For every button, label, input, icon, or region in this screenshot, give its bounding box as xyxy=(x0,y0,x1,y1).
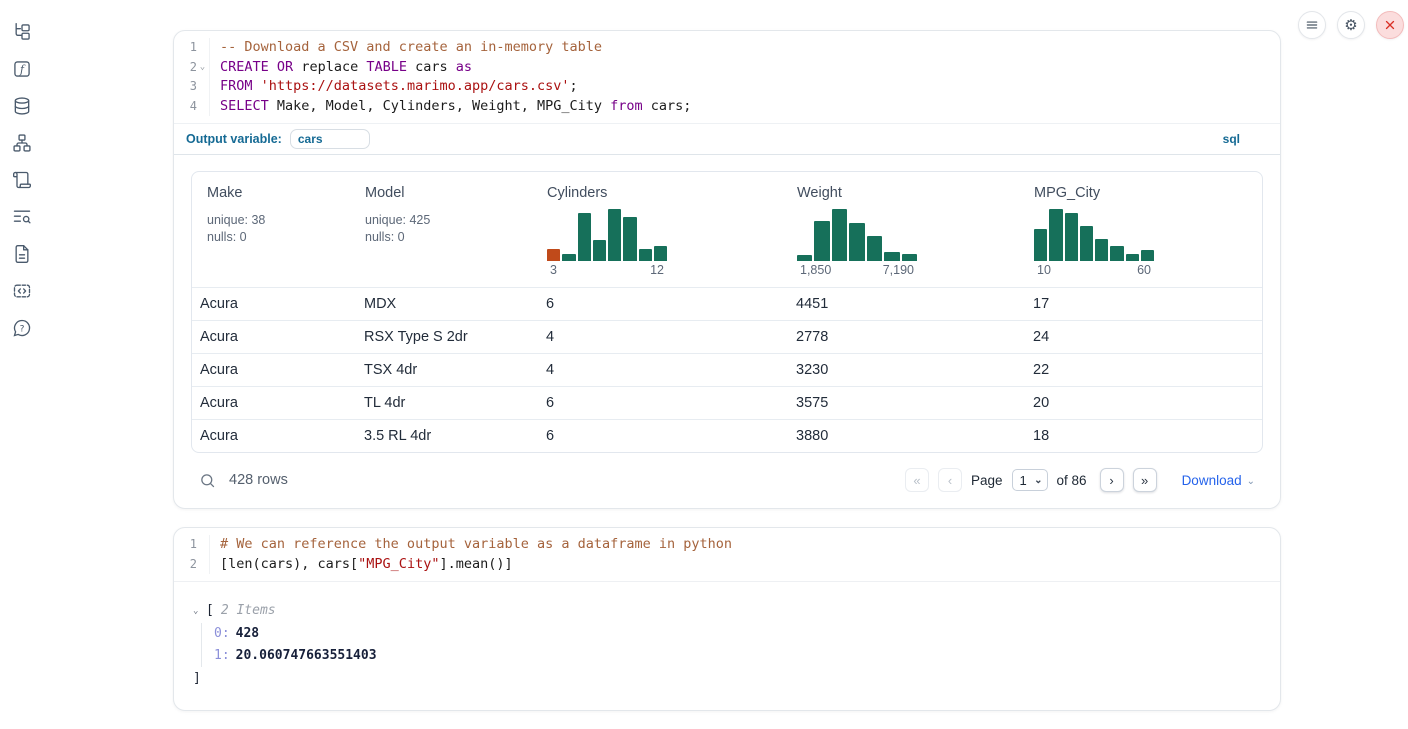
tree-items: 0:428 1:20.060747663551403 xyxy=(201,623,1264,667)
data-table: Make unique: 38nulls: 0 Model unique: 42… xyxy=(191,171,1263,453)
weight-histogram xyxy=(797,209,917,261)
line-number: 1 xyxy=(174,535,210,555)
list-item: 1:20.060747663551403 xyxy=(214,645,1264,667)
column-header-cylinders[interactable]: Cylinders 312 xyxy=(532,172,782,287)
document-icon[interactable] xyxy=(12,244,32,264)
network-icon[interactable] xyxy=(12,133,32,153)
line-number: 2 xyxy=(174,555,210,575)
chevron-down-icon: ⌄ xyxy=(1247,474,1255,487)
table-row: AcuraMDX6445117 xyxy=(192,287,1262,320)
page-label: Page xyxy=(971,473,1003,488)
prev-page-button[interactable]: ‹ xyxy=(938,468,962,492)
code-line[interactable]: CREATE OR replace TABLE cars as xyxy=(210,58,472,78)
items-count-label: 2 Items xyxy=(221,600,276,622)
table-header-row: Make unique: 38nulls: 0 Model unique: 42… xyxy=(192,172,1262,287)
column-header-make[interactable]: Make unique: 38nulls: 0 xyxy=(192,172,350,287)
histogram-axis: 1060 xyxy=(1034,261,1154,277)
svg-text:?: ? xyxy=(20,323,25,334)
download-button[interactable]: Download ⌄ xyxy=(1182,473,1255,488)
stat-unique: unique: 425 xyxy=(365,212,522,229)
tree-collapse-icon[interactable]: ⌄ xyxy=(193,600,206,622)
page-total: of 86 xyxy=(1057,473,1087,488)
hamburger-icon xyxy=(1305,18,1319,32)
help-icon[interactable]: ? xyxy=(12,318,32,338)
table-row: AcuraTSX 4dr4323022 xyxy=(192,353,1262,386)
row-count: 428 rows xyxy=(229,472,288,488)
histogram-axis: 1,8507,190 xyxy=(797,261,917,277)
search-button[interactable] xyxy=(199,472,216,489)
sidebar: f ? xyxy=(0,0,44,729)
table-output: Make unique: 38nulls: 0 Model unique: 42… xyxy=(174,155,1280,453)
notebook-controls: ⚙ xyxy=(1298,11,1404,39)
column-header-mpg-city[interactable]: MPG_City 1060 xyxy=(1019,172,1262,287)
column-header-model[interactable]: Model unique: 425nulls: 0 xyxy=(350,172,532,287)
last-page-button[interactable]: » xyxy=(1133,468,1157,492)
output-variable-label: Output variable: xyxy=(186,132,282,146)
python-editor[interactable]: 1# We can reference the output variable … xyxy=(174,528,1280,581)
column-header-weight[interactable]: Weight 1,8507,190 xyxy=(782,172,1019,287)
search-icon xyxy=(199,472,216,489)
histogram-axis: 312 xyxy=(547,261,667,277)
stat-nulls: nulls: 0 xyxy=(207,229,340,246)
chevron-down-icon: ⌄ xyxy=(1034,475,1042,486)
snippets-icon[interactable] xyxy=(12,281,32,301)
python-cell: 1# We can reference the output variable … xyxy=(173,527,1281,711)
pagination: « ‹ Page 1 ⌄ of 86 › » Download ⌄ xyxy=(905,468,1255,492)
settings-button[interactable]: ⚙ xyxy=(1337,11,1365,39)
file-tree-icon[interactable] xyxy=(12,22,32,42)
line-number: 4 xyxy=(174,97,210,117)
code-line[interactable]: FROM 'https://datasets.marimo.app/cars.c… xyxy=(210,77,578,97)
mpg-city-histogram xyxy=(1034,209,1154,261)
stat-unique: unique: 38 xyxy=(207,212,340,229)
table-footer: 428 rows « ‹ Page 1 ⌄ of 86 › » Download… xyxy=(174,453,1280,508)
cylinders-histogram xyxy=(547,209,667,261)
line-number: 2⌄ xyxy=(174,58,210,78)
line-number: 1 xyxy=(174,38,210,58)
stat-nulls: nulls: 0 xyxy=(365,229,522,246)
code-line[interactable]: SELECT Make, Model, Cylinders, Weight, M… xyxy=(210,97,691,117)
scroll-icon[interactable] xyxy=(12,170,32,190)
code-line[interactable]: [len(cars), cars["MPG_City"].mean()] xyxy=(210,555,513,575)
table-row: AcuraTL 4dr6357520 xyxy=(192,386,1262,419)
close-icon xyxy=(1383,18,1397,32)
sql-cell: 1-- Download a CSV and create an in-memo… xyxy=(173,30,1281,509)
database-icon[interactable] xyxy=(12,96,32,116)
code-line[interactable]: -- Download a CSV and create an in-memor… xyxy=(210,38,602,58)
code-line[interactable]: # We can reference the output variable a… xyxy=(210,535,732,555)
table-row: Acura3.5 RL 4dr6388018 xyxy=(192,419,1262,452)
language-badge: sql xyxy=(1223,132,1240,146)
page-select[interactable]: 1 ⌄ xyxy=(1012,469,1048,491)
fold-chevron-icon[interactable]: ⌄ xyxy=(197,58,208,78)
next-page-button[interactable]: › xyxy=(1100,468,1124,492)
svg-text:f: f xyxy=(19,63,26,76)
output-variable-input[interactable] xyxy=(290,129,370,149)
gear-icon: ⚙ xyxy=(1344,18,1357,33)
close-button[interactable] xyxy=(1376,11,1404,39)
sql-editor[interactable]: 1-- Download a CSV and create an in-memo… xyxy=(174,31,1280,123)
line-number: 3 xyxy=(174,77,210,97)
python-output: ⌄ [ 2 Items 0:428 1:20.060747663551403 ] xyxy=(174,581,1280,710)
notebook-main: 1-- Download a CSV and create an in-memo… xyxy=(173,30,1281,711)
text-search-icon[interactable] xyxy=(12,207,32,227)
list-item: 0:428 xyxy=(214,623,1264,645)
output-variable-bar: Output variable: sql xyxy=(174,123,1280,155)
function-icon[interactable]: f xyxy=(12,59,32,79)
first-page-button[interactable]: « xyxy=(905,468,929,492)
table-row: AcuraRSX Type S 2dr4277824 xyxy=(192,320,1262,353)
menu-button[interactable] xyxy=(1298,11,1326,39)
